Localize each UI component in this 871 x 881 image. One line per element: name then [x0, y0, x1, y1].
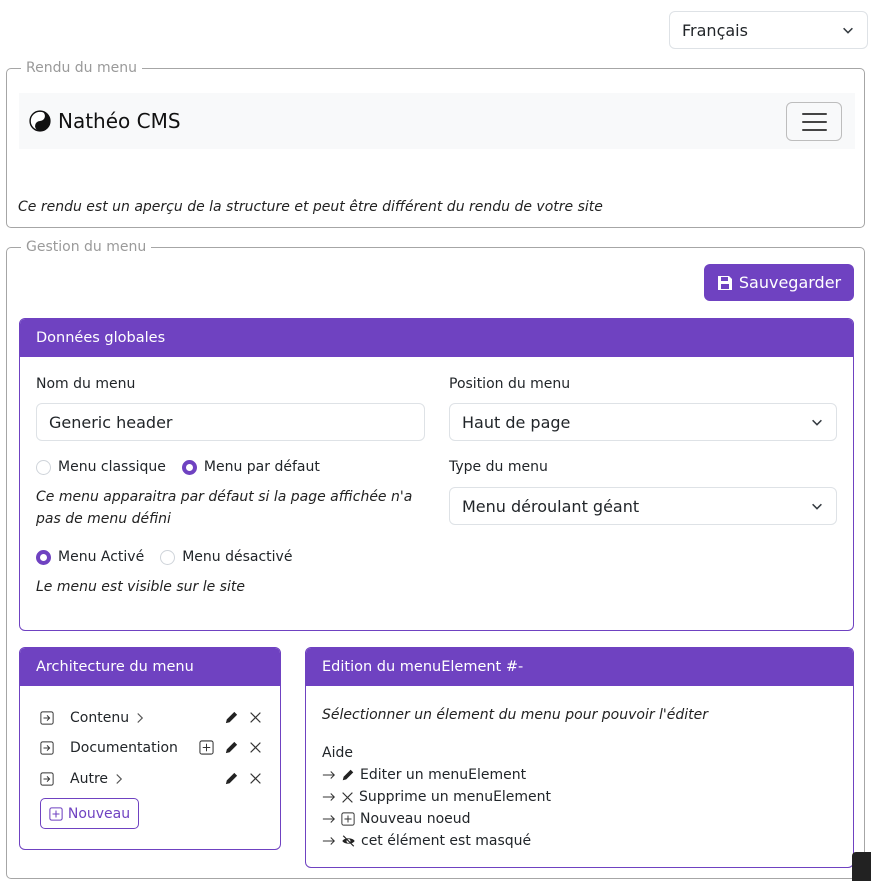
menu-element-edit-card: Edition du menuElement #- Sélectionner u…	[305, 647, 854, 868]
navbar-toggler-button[interactable]	[786, 102, 842, 141]
pencil-icon[interactable]	[224, 710, 239, 725]
radio-menu-defaut[interactable]	[181, 459, 197, 475]
help-line-hidden: cet élément est masqué	[322, 833, 531, 849]
hamburger-icon	[802, 113, 827, 115]
radio-menu-classique-label: Menu classique	[58, 459, 166, 475]
help-edit-text: Editer un menuElement	[360, 767, 527, 783]
menu-name-label: Nom du menu	[36, 376, 136, 392]
menu-type-select[interactable]: Menu déroulant géant	[449, 487, 837, 525]
yin-yang-icon	[29, 110, 51, 132]
close-icon[interactable]	[249, 711, 262, 724]
menu-management-legend: Gestion du menu	[21, 239, 152, 255]
menu-default-radio-group: Menu classique Menu par défaut	[36, 459, 336, 475]
chevron-down-icon	[812, 503, 822, 510]
chevron-down-icon	[843, 27, 853, 34]
menu-architecture-header: Architecture du menu	[20, 648, 280, 686]
pencil-icon[interactable]	[224, 740, 239, 755]
language-select-value: Français	[682, 20, 748, 40]
box-arrow-in-right-icon[interactable]	[40, 741, 54, 755]
default-menu-note-line1: Ce menu apparaitra par défaut si la page…	[36, 489, 413, 505]
menu-name-value: Generic header	[49, 412, 173, 432]
box-arrow-in-right-icon[interactable]	[40, 711, 54, 725]
arrow-right-icon	[322, 771, 335, 779]
menu-element-edit-header: Edition du menuElement #-	[306, 648, 853, 686]
floppy-disk-icon	[717, 275, 732, 290]
eye-slash-icon	[342, 835, 355, 847]
global-data-card: Données globales Nom du menu Generic hea…	[19, 318, 854, 631]
arrow-right-icon	[322, 837, 335, 845]
language-select[interactable]: Français	[669, 11, 868, 49]
radio-menu-desactive[interactable]	[160, 549, 176, 565]
active-menu-note: Le menu est visible sur le site	[36, 579, 245, 595]
plus-square-icon	[341, 812, 355, 826]
tree-item: Documentation	[40, 738, 262, 758]
chevron-right-icon[interactable]	[134, 712, 146, 724]
close-icon[interactable]	[249, 741, 262, 754]
menu-position-label: Position du menu	[449, 376, 571, 392]
tree-item-label[interactable]: Documentation	[70, 740, 178, 756]
help-title: Aide	[322, 745, 353, 761]
menu-active-radio-group: Menu Activé Menu désactivé	[36, 549, 308, 565]
default-menu-note-line2: pas de menu défini	[36, 511, 171, 527]
debug-toolbar-icon[interactable]	[852, 852, 871, 881]
arrow-right-icon	[322, 793, 335, 801]
help-hidden-text: cet élément est masqué	[361, 833, 532, 849]
chevron-right-icon[interactable]	[113, 773, 125, 785]
menu-preview-fieldset: Rendu du menu Nathéo CMS Ce rendu est un…	[6, 60, 865, 228]
new-menu-element-button[interactable]: Nouveau	[40, 798, 139, 829]
brand-label: Nathéo CMS	[58, 109, 181, 133]
new-menu-element-label: Nouveau	[67, 805, 131, 822]
save-button-label: Sauvegarder	[738, 273, 842, 292]
menu-preview-legend: Rendu du menu	[21, 60, 143, 76]
help-line-edit: Editer un menuElement	[322, 767, 526, 783]
tree-item-label[interactable]: Contenu	[70, 710, 129, 726]
radio-menu-defaut-label: Menu par défaut	[203, 459, 320, 475]
radio-menu-active-label: Menu Activé	[58, 549, 145, 565]
arrow-right-icon	[322, 815, 335, 823]
radio-menu-classique[interactable]	[36, 459, 51, 475]
help-line-delete: Supprime un menuElement	[322, 789, 551, 805]
close-icon[interactable]	[249, 772, 262, 785]
menu-architecture-card: Architecture du menu Contenu Documentati…	[19, 647, 281, 850]
help-line-new: Nouveau noeud	[322, 811, 471, 827]
close-icon	[342, 791, 353, 803]
navbar-preview: Nathéo CMS	[19, 93, 855, 149]
menu-name-input[interactable]: Generic header	[36, 403, 425, 441]
edit-hint: Sélectionner un élement du menu pour pou…	[322, 707, 709, 723]
tree-item: Autre	[40, 769, 262, 789]
preview-note: Ce rendu est un aperçu de la structure e…	[18, 199, 603, 215]
save-button[interactable]: Sauvegarder	[704, 264, 854, 301]
plus-square-icon	[49, 806, 63, 821]
help-delete-text: Supprime un menuElement	[359, 789, 552, 805]
global-data-header: Données globales	[20, 319, 853, 357]
pencil-icon[interactable]	[224, 771, 239, 786]
menu-position-select[interactable]: Haut de page	[449, 403, 837, 441]
menu-management-fieldset: Gestion du menu Sauvegarder Données glob…	[6, 239, 865, 879]
pencil-icon	[342, 769, 354, 781]
plus-square-icon[interactable]	[199, 740, 214, 755]
menu-type-value: Menu déroulant géant	[462, 496, 640, 516]
tree-item: Contenu	[40, 708, 262, 728]
menu-position-value: Haut de page	[462, 412, 571, 432]
menu-type-label: Type du menu	[449, 459, 548, 475]
help-new-text: Nouveau noeud	[360, 811, 471, 827]
box-arrow-in-right-icon[interactable]	[40, 772, 54, 786]
chevron-down-icon	[812, 419, 822, 426]
tree-item-label[interactable]: Autre	[70, 771, 108, 787]
radio-menu-active[interactable]	[36, 549, 51, 565]
navbar-brand[interactable]: Nathéo CMS	[29, 109, 181, 133]
radio-menu-desactive-label: Menu désactivé	[182, 549, 293, 565]
